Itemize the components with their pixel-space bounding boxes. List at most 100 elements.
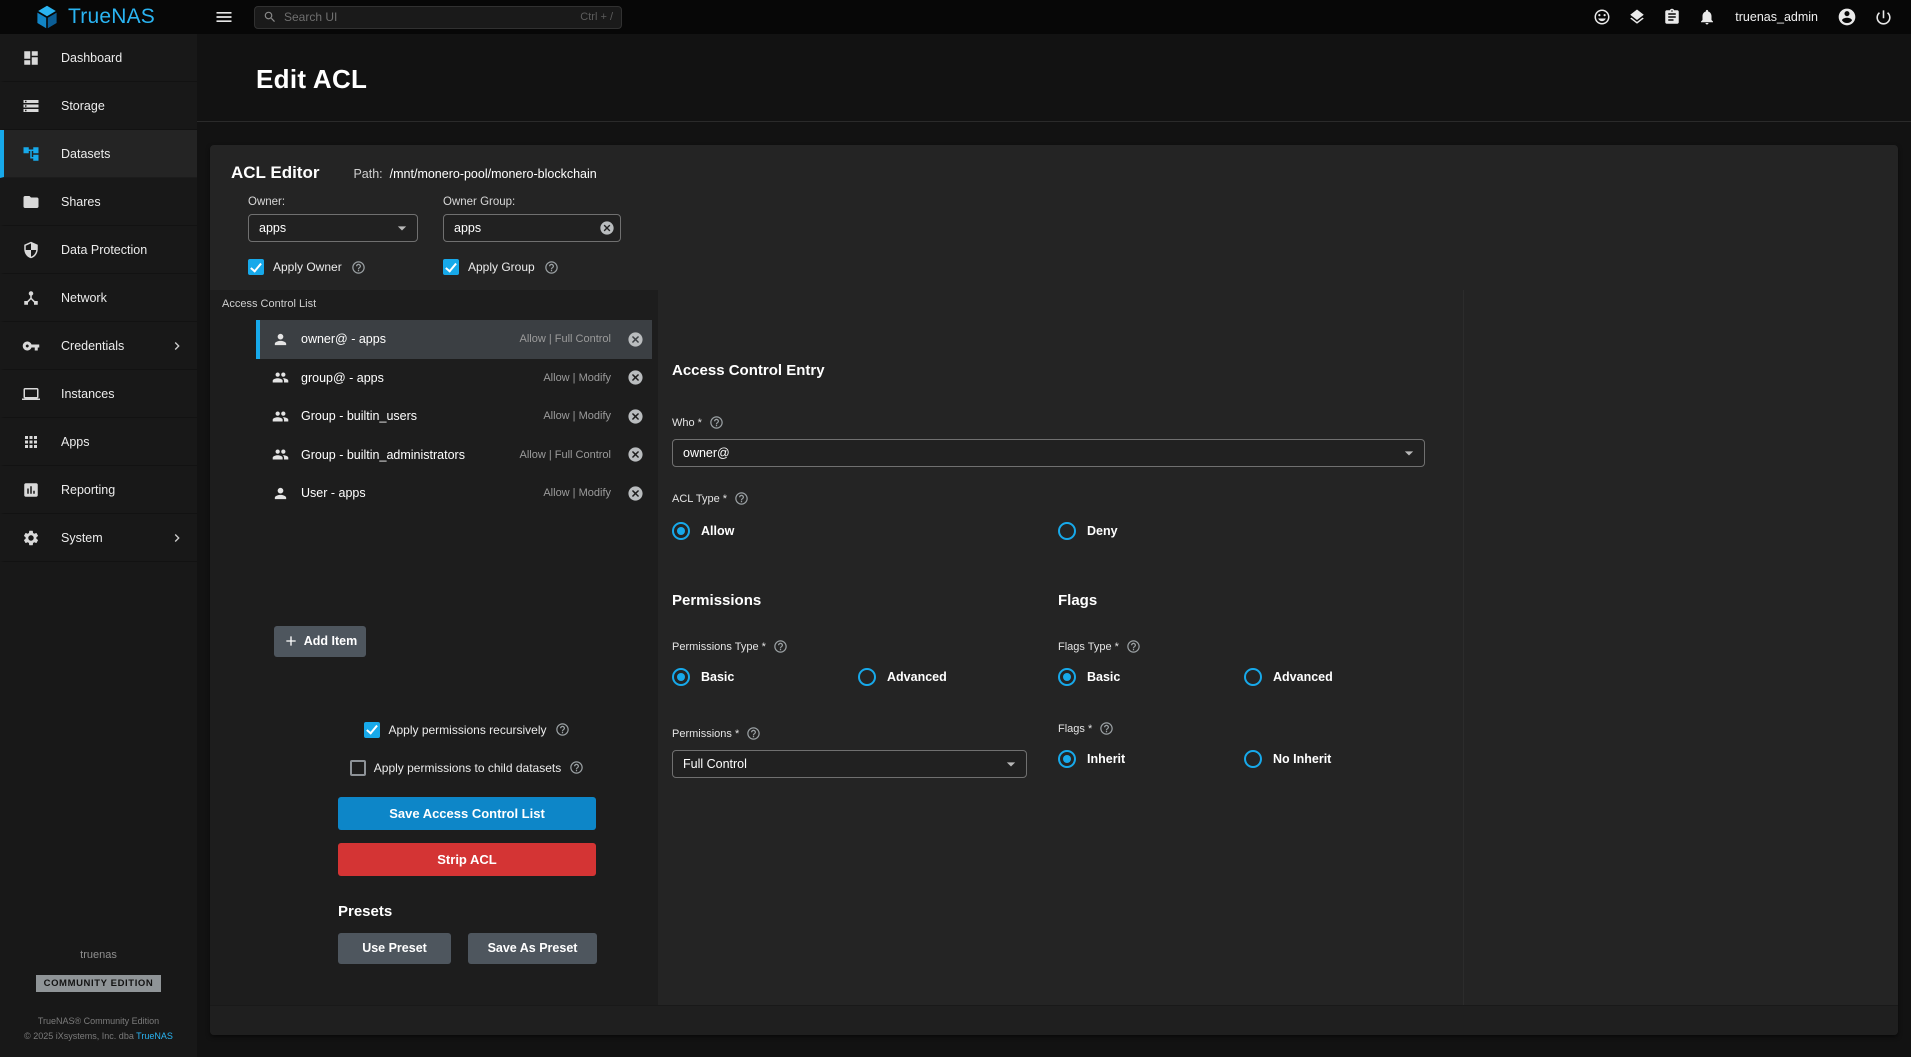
- feedback-icon[interactable]: [1593, 8, 1611, 26]
- sidebar-item-label: Dashboard: [61, 51, 122, 65]
- hamburger-menu-icon[interactable]: [214, 7, 234, 27]
- owner-label: Owner:: [248, 196, 443, 208]
- sidebar-item-data-protection[interactable]: Data Protection: [0, 226, 197, 274]
- apps-grid-icon: [22, 433, 40, 451]
- notifications-bell-icon[interactable]: [1698, 8, 1716, 26]
- logged-in-username: truenas_admin: [1735, 10, 1818, 24]
- use-preset-button[interactable]: Use Preset: [338, 933, 451, 964]
- help-icon[interactable]: [709, 415, 724, 430]
- apply-group-checkbox[interactable]: [443, 259, 459, 275]
- sidebar-item-storage[interactable]: Storage: [0, 82, 197, 130]
- dashboard-icon: [22, 49, 40, 67]
- owner-group-input[interactable]: [443, 214, 621, 242]
- radio-circle: [1244, 750, 1262, 768]
- acl-entry-permissions: Allow | Full Control: [520, 333, 612, 345]
- help-icon[interactable]: [544, 260, 559, 275]
- help-icon[interactable]: [1099, 721, 1114, 736]
- apply-recursively-checkbox[interactable]: [364, 722, 380, 738]
- sidebar-item-network[interactable]: Network: [0, 274, 197, 322]
- title-divider: [197, 121, 1911, 122]
- save-access-control-list-button[interactable]: Save Access Control List: [338, 797, 596, 830]
- who-select[interactable]: owner@: [672, 439, 1425, 467]
- sidebar-item-datasets[interactable]: Datasets: [0, 130, 197, 178]
- radio-circle: [1058, 522, 1076, 540]
- clear-owner-group-icon[interactable]: [599, 220, 615, 236]
- radio-permissions-basic[interactable]: Basic: [672, 668, 858, 686]
- radio-label: Advanced: [1273, 670, 1333, 684]
- chevron-down-icon: [1001, 754, 1021, 774]
- truenas-logo-icon: [34, 5, 60, 29]
- radio-circle: [672, 522, 690, 540]
- apply-owner-checkbox[interactable]: [248, 259, 264, 275]
- acl-entry-label: Group - builtin_administrators: [301, 448, 465, 462]
- help-icon[interactable]: [773, 639, 788, 654]
- remove-entry-icon[interactable]: [627, 446, 644, 463]
- sidebar-item-apps[interactable]: Apps: [0, 418, 197, 466]
- acl-entry-row-builtin-administrators[interactable]: Group - builtin_administrators Allow | F…: [256, 436, 652, 475]
- radio-permissions-advanced[interactable]: Advanced: [858, 668, 947, 686]
- sidebar-item-label: Credentials: [61, 339, 124, 353]
- remove-entry-icon[interactable]: [627, 485, 644, 502]
- sidebar-item-reporting[interactable]: Reporting: [0, 466, 197, 514]
- edition-badge: COMMUNITY EDITION: [36, 975, 162, 992]
- acl-entry-row-owner[interactable]: owner@ - apps Allow | Full Control: [256, 320, 652, 359]
- radio-no-inherit[interactable]: No Inherit: [1244, 750, 1331, 768]
- radio-inherit[interactable]: Inherit: [1058, 750, 1244, 768]
- permissions-label-text: Permissions *: [672, 728, 739, 740]
- chevron-down-icon: [392, 218, 412, 238]
- group-icon: [272, 446, 289, 463]
- strip-acl-button[interactable]: Strip ACL: [338, 843, 596, 876]
- footer-brand-link[interactable]: TrueNAS: [136, 1031, 173, 1041]
- owner-select[interactable]: apps: [248, 214, 418, 242]
- help-icon[interactable]: [569, 760, 584, 775]
- acl-entry-row-builtin-users[interactable]: Group - builtin_users Allow | Modify: [256, 397, 652, 436]
- save-as-preset-button[interactable]: Save As Preset: [468, 933, 597, 964]
- sidebar-item-credentials[interactable]: Credentials: [0, 322, 197, 370]
- acl-entry-permissions: Allow | Modify: [543, 410, 611, 422]
- remove-entry-icon[interactable]: [627, 408, 644, 425]
- acl-editor-heading: ACL Editor: [231, 163, 319, 183]
- power-icon[interactable]: [1874, 8, 1893, 27]
- radio-label: No Inherit: [1273, 752, 1331, 766]
- permissions-value: Full Control: [683, 757, 1001, 771]
- radio-flags-advanced[interactable]: Advanced: [1244, 668, 1333, 686]
- sidebar-item-dashboard[interactable]: Dashboard: [0, 34, 197, 82]
- tasks-clipboard-icon[interactable]: [1663, 8, 1681, 26]
- flags-type-label-text: Flags Type *: [1058, 641, 1119, 653]
- apply-to-child-datasets-checkbox[interactable]: [350, 760, 366, 776]
- sidebar-item-system[interactable]: System: [0, 514, 197, 562]
- user-icon: [272, 331, 289, 348]
- help-icon[interactable]: [555, 722, 570, 737]
- footer-copyright-line: © 2025 iXsystems, Inc. dba TrueNAS: [0, 1029, 197, 1043]
- radio-flags-basic[interactable]: Basic: [1058, 668, 1244, 686]
- help-icon[interactable]: [734, 491, 749, 506]
- permissions-select[interactable]: Full Control: [672, 750, 1027, 778]
- user-avatar-icon[interactable]: [1837, 7, 1857, 27]
- access-control-entry-heading: Access Control Entry: [672, 362, 1898, 379]
- chevron-right-icon: [169, 338, 185, 354]
- remove-entry-icon[interactable]: [627, 331, 644, 348]
- jobs-layers-icon[interactable]: [1628, 8, 1646, 26]
- add-item-button[interactable]: Add Item: [274, 626, 366, 657]
- sidebar-item-instances[interactable]: Instances: [0, 370, 197, 418]
- acl-entry-row-group[interactable]: group@ - apps Allow | Modify: [256, 359, 652, 398]
- sidebar-item-shares[interactable]: Shares: [0, 178, 197, 226]
- owner-group-value[interactable]: [454, 221, 599, 235]
- acl-entry-label: Group - builtin_users: [301, 409, 417, 423]
- help-icon[interactable]: [746, 726, 761, 741]
- sidebar-item-label: Reporting: [61, 483, 115, 497]
- topbar-actions: truenas_admin: [1593, 7, 1911, 27]
- key-icon: [22, 337, 40, 355]
- search-input[interactable]: [284, 10, 573, 24]
- acl-entry-row-user-apps[interactable]: User - apps Allow | Modify: [256, 474, 652, 513]
- radio-deny[interactable]: Deny: [1058, 522, 1898, 540]
- help-icon[interactable]: [351, 260, 366, 275]
- flags-label-text: Flags *: [1058, 723, 1092, 735]
- radio-allow[interactable]: Allow: [672, 522, 1058, 540]
- acl-editor-header: ACL Editor Path: /mnt/monero-pool/monero…: [210, 145, 1898, 290]
- help-icon[interactable]: [1126, 639, 1141, 654]
- hostname: truenas: [0, 949, 197, 961]
- truenas-logo[interactable]: TrueNAS: [0, 5, 197, 29]
- remove-entry-icon[interactable]: [627, 369, 644, 386]
- global-search[interactable]: Ctrl + /: [254, 6, 622, 29]
